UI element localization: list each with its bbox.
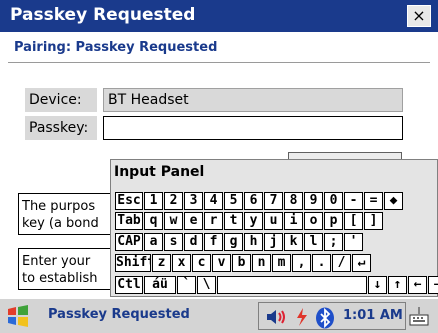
key-3-2[interactable]: x: [172, 254, 191, 272]
key-2-11[interactable]: ': [344, 233, 363, 251]
key-2-2[interactable]: s: [164, 233, 183, 251]
key-0-0[interactable]: Esc: [115, 192, 143, 210]
key-3-7[interactable]: m: [272, 254, 291, 272]
input-panel-title: Input Panel: [114, 164, 205, 180]
system-tray: 1:01 AM: [258, 302, 406, 330]
key-0-9[interactable]: 9: [304, 192, 323, 210]
key-2-3[interactable]: d: [184, 233, 203, 251]
key-4-3[interactable]: \: [197, 276, 216, 294]
key-3-6[interactable]: n: [252, 254, 271, 272]
key-1-2[interactable]: w: [164, 212, 183, 230]
key-4-0[interactable]: Ctl: [115, 276, 143, 294]
key-1-7[interactable]: u: [264, 212, 283, 230]
key-1-11[interactable]: [: [344, 212, 363, 230]
start-icon[interactable]: [6, 305, 30, 327]
key-2-8[interactable]: k: [284, 233, 303, 251]
keyboard-row-3: CAP a s d f g h j k l; ': [115, 233, 364, 251]
keyboard-row-1: Esc 1 2 3 4 5 6 7 8 9 0- = ◆: [115, 192, 404, 210]
active-task-label[interactable]: Passkey Requested: [48, 307, 190, 322]
key-0-11[interactable]: -: [344, 192, 363, 210]
purpose-line-2: key (a bond: [22, 216, 99, 231]
key-2-1[interactable]: a: [144, 233, 163, 251]
key-4-8[interactable]: →: [428, 276, 438, 294]
key-1-4[interactable]: r: [204, 212, 223, 230]
window-title: Passkey Requested: [10, 5, 196, 25]
keyboard-row-5: Ctláü`\ ↓↑←→: [115, 276, 438, 294]
key-2-7[interactable]: j: [264, 233, 283, 251]
keyboard-icon[interactable]: [409, 305, 429, 327]
keyboard-row-2: Tab q w e r t y u i o p[]: [115, 212, 384, 230]
key-0-13[interactable]: ◆: [384, 192, 403, 210]
close-button[interactable]: ×: [407, 5, 431, 27]
key-1-9[interactable]: o: [304, 212, 323, 230]
device-field: BT Headset: [103, 88, 403, 112]
passkey-label: Passkey:: [25, 116, 97, 140]
key-0-5[interactable]: 5: [224, 192, 243, 210]
key-3-4[interactable]: v: [212, 254, 231, 272]
device-label: Device:: [25, 88, 97, 112]
key-2-6[interactable]: h: [244, 233, 263, 251]
instructions-line-1: Enter your: [22, 254, 91, 269]
key-1-8[interactable]: i: [284, 212, 303, 230]
key-2-9[interactable]: l: [304, 233, 323, 251]
clock[interactable]: 1:01 AM: [343, 308, 403, 323]
key-3-5[interactable]: b: [232, 254, 251, 272]
bluetooth-icon[interactable]: [315, 307, 335, 329]
key-0-4[interactable]: 4: [204, 192, 223, 210]
key-1-3[interactable]: e: [184, 212, 203, 230]
key-4-2[interactable]: `: [177, 276, 196, 294]
key-3-0[interactable]: Shift: [115, 254, 151, 272]
signal-icon: [297, 308, 307, 326]
key-0-10[interactable]: 0: [324, 192, 343, 210]
key-0-12[interactable]: =: [364, 192, 383, 210]
key-4-1[interactable]: áü: [144, 276, 176, 294]
keyboard-row-4: Shiftzxcvbnm,./↵: [115, 254, 372, 272]
input-panel: Input Panel Esc 1 2 3 4 5 6 7 8 9 0- = ◆ Tab q w e r t y u i o…: [110, 159, 438, 297]
speaker-icon[interactable]: [265, 307, 287, 327]
key-1-0[interactable]: Tab: [115, 212, 143, 230]
taskbar: Passkey Requested 1:01 AM: [0, 298, 438, 333]
key-0-1[interactable]: 1: [144, 192, 163, 210]
title-bar: Passkey Requested ×: [0, 0, 438, 32]
key-0-8[interactable]: 8: [284, 192, 303, 210]
key-2-0[interactable]: CAP: [115, 233, 143, 251]
key-4-7[interactable]: ←: [408, 276, 427, 294]
key-1-1[interactable]: q: [144, 212, 163, 230]
divider: [8, 62, 430, 63]
key-3-1[interactable]: z: [152, 254, 171, 272]
passkey-input[interactable]: [103, 116, 403, 140]
key-1-10[interactable]: p: [324, 212, 343, 230]
purpose-line-1: The purpos: [22, 199, 96, 214]
key-2-5[interactable]: g: [224, 233, 243, 251]
dialog-subtitle: Pairing: Passkey Requested: [14, 40, 218, 55]
key-0-3[interactable]: 3: [184, 192, 203, 210]
key-4-5[interactable]: ↓: [368, 276, 387, 294]
key-1-5[interactable]: t: [224, 212, 243, 230]
instructions-line-2: to establish: [22, 271, 98, 286]
key-4-6[interactable]: ↑: [388, 276, 407, 294]
key-2-10[interactable]: ;: [324, 233, 343, 251]
key-3-9[interactable]: .: [312, 254, 331, 272]
instructions-text: Enter your to establish: [18, 248, 118, 290]
key-4-4[interactable]: [217, 276, 367, 294]
key-2-4[interactable]: f: [204, 233, 223, 251]
key-3-11[interactable]: ↵: [352, 254, 371, 272]
key-1-12[interactable]: ]: [364, 212, 383, 230]
key-3-3[interactable]: c: [192, 254, 211, 272]
key-1-6[interactable]: y: [244, 212, 263, 230]
key-0-7[interactable]: 7: [264, 192, 283, 210]
key-0-2[interactable]: 2: [164, 192, 183, 210]
key-3-10[interactable]: /: [332, 254, 351, 272]
key-0-6[interactable]: 6: [244, 192, 263, 210]
key-3-8[interactable]: ,: [292, 254, 311, 272]
purpose-text: The purpos key (a bond: [18, 193, 118, 235]
